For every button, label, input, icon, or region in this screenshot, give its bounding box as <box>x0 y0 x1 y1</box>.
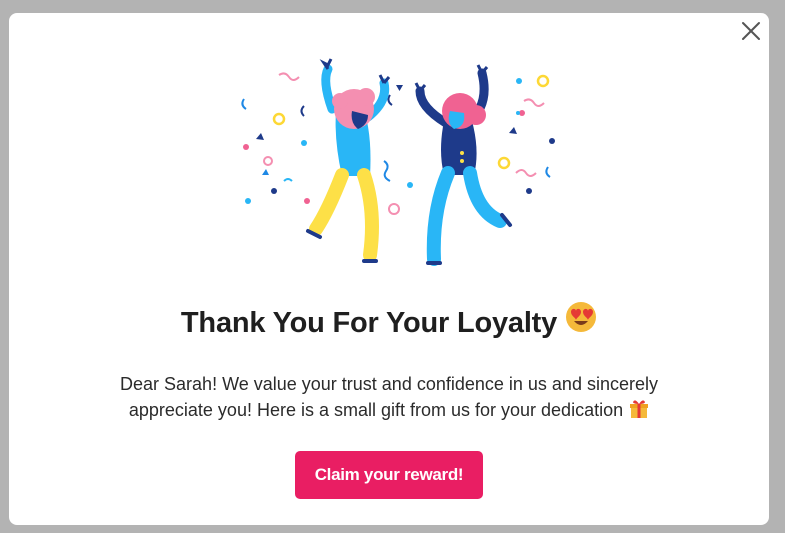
reward-modal: Thank You For Your Loyalty Dear Sarah! W… <box>9 13 769 525</box>
heart-eyes-emoji-icon <box>565 301 597 341</box>
person-one <box>306 58 391 263</box>
title-text: Thank You For Your Loyalty <box>180 307 558 339</box>
claim-reward-button[interactable]: Claim your reward! <box>295 451 483 499</box>
person-two <box>414 64 512 266</box>
message-text: Dear Sarah! We value your trust and conf… <box>120 374 658 420</box>
dialog-message: Dear Sarah! We value your trust and conf… <box>79 371 699 426</box>
dialog-title: Thank You For Your Loyalty <box>9 302 769 341</box>
gift-emoji-icon <box>629 399 649 426</box>
close-button[interactable] <box>739 19 763 43</box>
celebrating-people-illustration <box>241 58 555 266</box>
close-icon <box>742 22 760 40</box>
confetti <box>241 72 555 215</box>
